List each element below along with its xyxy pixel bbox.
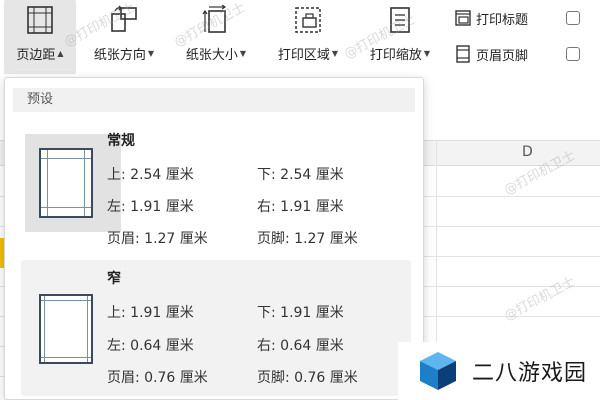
print-area-icon — [293, 0, 323, 40]
margin-bottom-value: 下: 1.91 厘米 — [257, 305, 344, 321]
page-margins-icon — [39, 294, 93, 364]
margin-right-value: 右: 0.64 厘米 — [257, 338, 344, 354]
margin-left-value: 左: 1.91 厘米 — [107, 199, 194, 215]
logo-text: 二八游戏园 — [472, 361, 588, 386]
margin-header-value: 页眉: 0.76 厘米 — [107, 370, 208, 386]
margin-header-value: 页眉: 1.27 厘米 — [107, 231, 208, 247]
page-margins-icon — [39, 148, 93, 218]
margins-label: 页边距 — [16, 48, 56, 63]
margin-top-value: 上: 2.54 厘米 — [107, 167, 194, 183]
preset-normal[interactable]: 常规 上: 2.54 厘米 下: 2.54 厘米 左: 1.91 厘米 右: 1… — [21, 128, 411, 247]
cube-logo-icon — [420, 352, 456, 390]
site-logo: 二八游戏园 — [398, 342, 600, 400]
header-footer-button[interactable]: 页眉页脚 — [454, 41, 528, 67]
print-area-button[interactable]: 打印区域 ▼ — [266, 0, 350, 74]
header-footer-icon — [456, 45, 470, 63]
print-titles-label: 打印标题 — [476, 12, 529, 28]
print-area-label: 打印区域 — [277, 48, 330, 63]
header-footer-label: 页眉页脚 — [476, 48, 529, 64]
paper-orientation-label: 纸张方向 — [93, 48, 146, 63]
margin-footer-value: 页脚: 1.27 厘米 — [257, 231, 358, 247]
column-d-header[interactable]: D — [522, 144, 533, 160]
header-footer-checkbox[interactable] — [566, 47, 580, 61]
margin-footer-value: 页脚: 0.76 厘米 — [257, 370, 358, 386]
margin-left-value: 左: 0.64 厘米 — [107, 338, 194, 354]
print-scale-button[interactable]: 打印缩放 ▼ — [358, 0, 442, 74]
print-scale-icon — [385, 0, 415, 40]
chevron-down-icon: ▼ — [423, 49, 431, 58]
chevron-down-icon: ▼ — [331, 49, 339, 58]
chevron-up-icon: ▲ — [57, 49, 64, 58]
preset-thumbnail — [25, 280, 121, 378]
margins-dropdown-menu: 预设 常规 上: 2.54 厘米 下: 2.54 厘米 左: 1.91 厘米 右… — [4, 77, 424, 400]
margin-bottom-value: 下: 2.54 厘米 — [257, 167, 344, 183]
chevron-down-icon: ▼ — [239, 49, 247, 58]
ribbon-toolbar: 页边距 ▲ 纸张方向 ▼ 纸张大小 ▼ 打印区域 ▼ 打印缩放 ▼ 打印标题 页… — [0, 0, 600, 76]
margins-icon — [25, 0, 55, 40]
preset-name: 窄 — [107, 271, 121, 287]
margins-button[interactable]: 页边距 ▲ — [4, 0, 76, 74]
paper-size-icon — [201, 0, 231, 40]
preset-narrow[interactable]: 窄 上: 1.91 厘米 下: 1.91 厘米 左: 0.64 厘米 右: 0.… — [21, 260, 411, 396]
print-titles-icon — [455, 10, 471, 26]
print-titles-button[interactable]: 打印标题 — [454, 5, 528, 31]
print-titles-checkbox[interactable] — [566, 11, 580, 25]
paper-size-button[interactable]: 纸张大小 ▼ — [176, 0, 256, 74]
preset-name: 常规 — [107, 133, 135, 149]
paper-orientation-icon — [109, 0, 139, 40]
presets-section-header: 预设 — [13, 88, 415, 112]
margin-right-value: 右: 1.91 厘米 — [257, 199, 344, 215]
paper-orientation-button[interactable]: 纸张方向 ▼ — [84, 0, 164, 74]
paper-size-label: 纸张大小 — [185, 48, 238, 63]
margin-top-value: 上: 1.91 厘米 — [107, 305, 194, 321]
print-scale-label: 打印缩放 — [369, 48, 422, 63]
chevron-down-icon: ▼ — [147, 49, 155, 58]
